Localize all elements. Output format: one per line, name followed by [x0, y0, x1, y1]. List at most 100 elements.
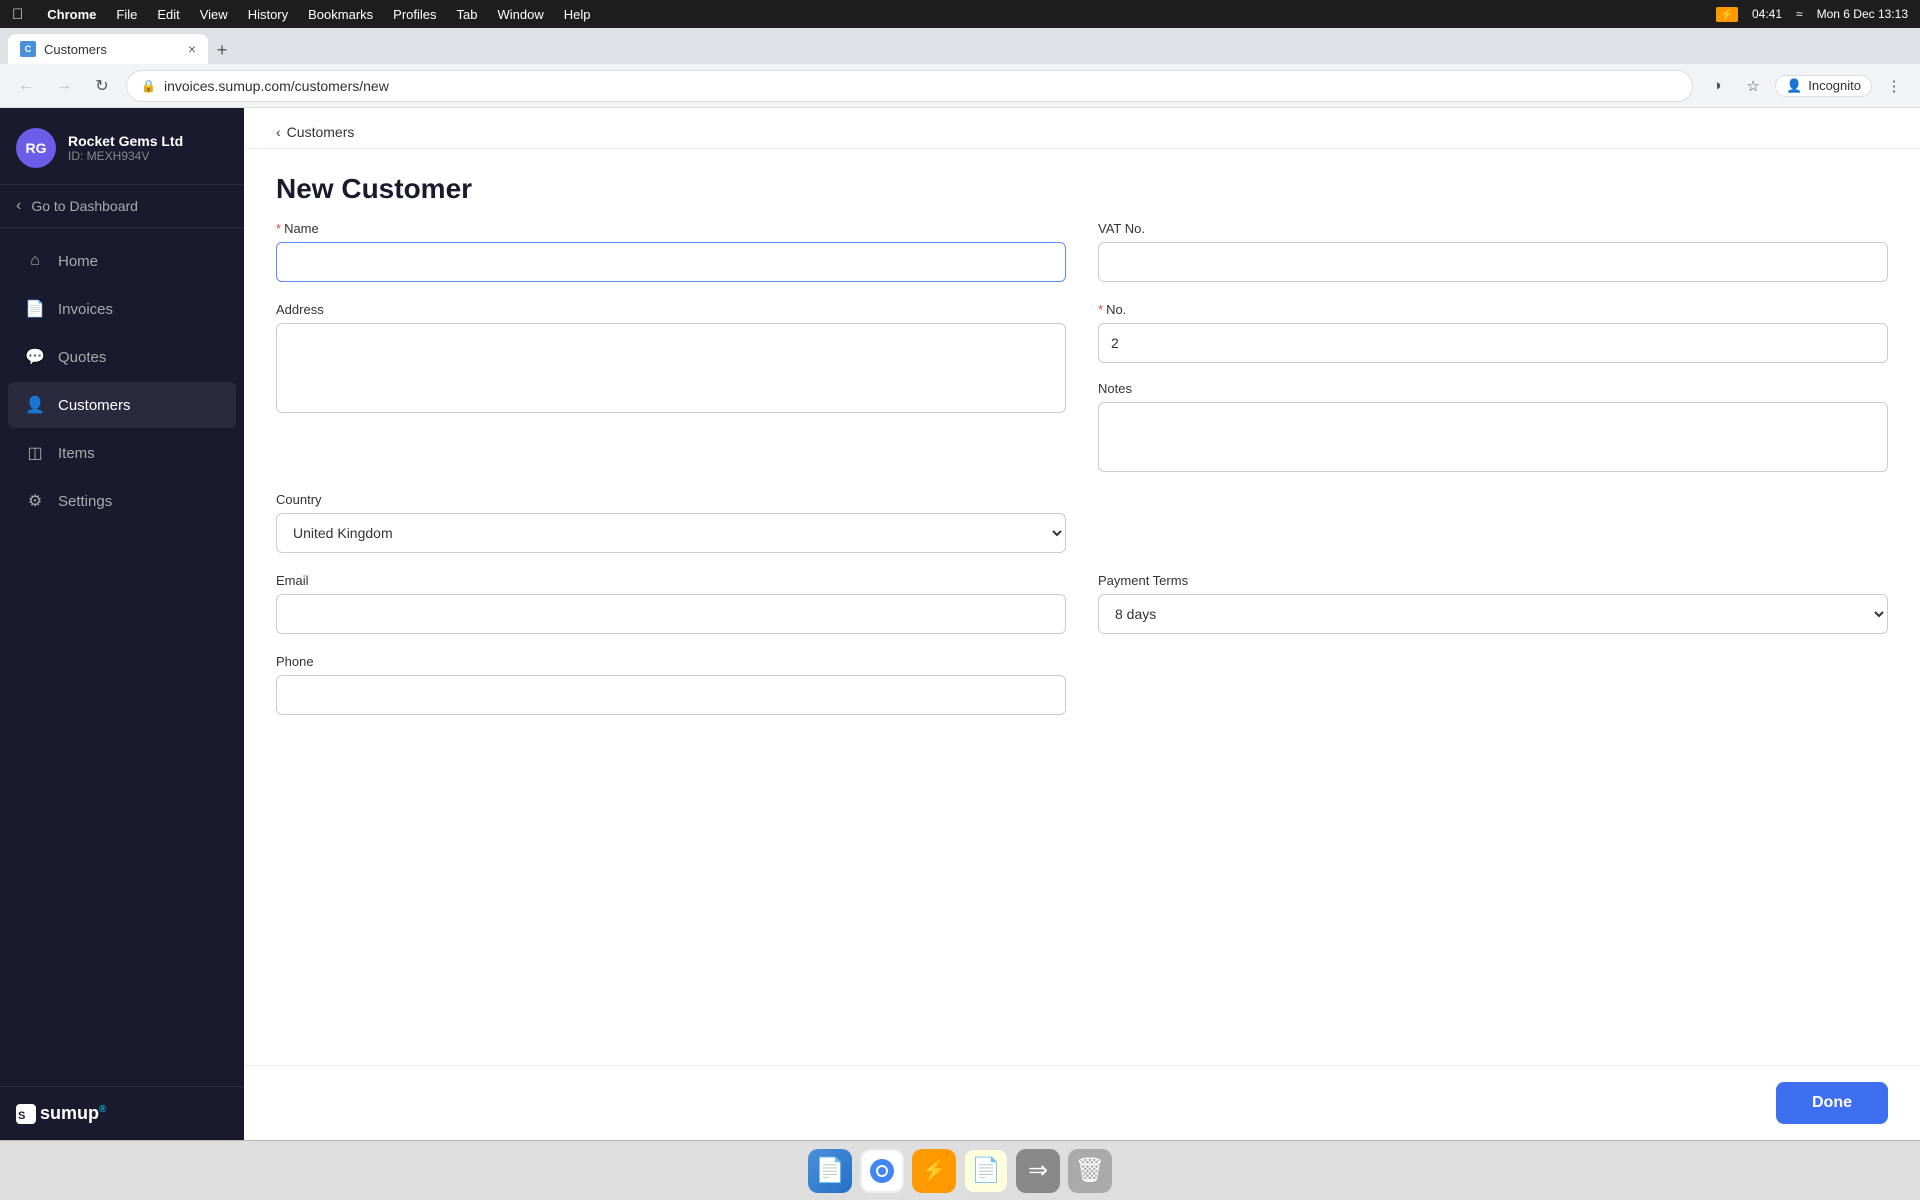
main-content: ‹ Customers New Customer * Name VAT No.	[244, 108, 1920, 1140]
menu-view[interactable]: View	[200, 7, 228, 22]
address-textarea[interactable]	[276, 323, 1066, 413]
menu-file[interactable]: File	[116, 7, 137, 22]
url-text: invoices.sumup.com/customers/new	[164, 78, 389, 94]
done-button[interactable]: Done	[1776, 1082, 1888, 1124]
dock-arrow-icon[interactable]: ⇒	[1016, 1149, 1060, 1193]
sidebar-header: RG Rocket Gems Ltd ID: MEXH934V	[0, 108, 244, 184]
form-group-email: Email	[276, 573, 1066, 634]
mac-menubar:  Chrome File Edit View History Bookmark…	[0, 0, 1920, 28]
page-title-section: New Customer	[244, 149, 1920, 221]
dock-trash-icon[interactable]: 🗑	[1068, 1149, 1112, 1193]
company-id: ID: MEXH934V	[68, 149, 228, 163]
menu-edit[interactable]: Edit	[157, 7, 179, 22]
notes-textarea[interactable]	[1098, 402, 1888, 472]
sidebar-item-customers[interactable]: 👤 Customers	[8, 382, 236, 428]
vat-input[interactable]	[1098, 242, 1888, 282]
new-tab-button[interactable]: +	[208, 36, 236, 64]
forward-button[interactable]: →	[50, 72, 78, 100]
sidebar-item-invoices[interactable]: 📄 Invoices	[8, 286, 236, 332]
customers-icon: 👤	[24, 394, 46, 416]
home-icon: ⌂	[24, 250, 46, 272]
go-to-dashboard-button[interactable]: ‹ Go to Dashboard	[0, 184, 244, 228]
bookmark-button[interactable]: ☆	[1739, 72, 1767, 100]
sidebar-item-settings-label: Settings	[58, 493, 112, 510]
number-label: * No.	[1098, 302, 1888, 317]
menu-history[interactable]: History	[248, 7, 288, 22]
form-container: * Name VAT No. Address *	[244, 221, 1920, 1065]
form-row-name-vat: * Name VAT No.	[276, 221, 1888, 282]
tab-bar: C Customers × +	[0, 28, 1920, 64]
name-required-star: *	[276, 221, 281, 236]
sidebar-item-customers-label: Customers	[58, 397, 131, 414]
settings-icon: ⚙	[24, 490, 46, 512]
dock-chrome-icon[interactable]	[860, 1149, 904, 1193]
form-actions: Done	[244, 1065, 1920, 1140]
back-button[interactable]: ←	[12, 72, 40, 100]
name-input[interactable]	[276, 242, 1066, 282]
menu-tab[interactable]: Tab	[457, 7, 478, 22]
number-required-star: *	[1098, 302, 1103, 317]
page-title: New Customer	[276, 173, 1888, 205]
browser-menu-button[interactable]: ⋮	[1880, 72, 1908, 100]
menu-window[interactable]: Window	[498, 7, 544, 22]
country-select[interactable]: United Kingdom United States Germany Fra…	[276, 513, 1066, 553]
address-bar[interactable]: 🔒 invoices.sumup.com/customers/new	[126, 70, 1693, 102]
tab-favicon: C	[20, 41, 36, 57]
chevron-left-icon: ‹	[16, 197, 21, 215]
tab-title: Customers	[44, 42, 107, 57]
sidebar-item-items[interactable]: ◫ Items	[8, 430, 236, 476]
reload-button[interactable]: ↻	[88, 72, 116, 100]
form-group-country-right	[1098, 492, 1888, 553]
payment-terms-select[interactable]: 8 days 14 days 30 days 60 days 90 days	[1098, 594, 1888, 634]
form-group-payment-terms: Payment Terms 8 days 14 days 30 days 60 …	[1098, 573, 1888, 634]
sidebar-item-quotes[interactable]: 💬 Quotes	[8, 334, 236, 380]
sidebar-item-settings[interactable]: ⚙ Settings	[8, 478, 236, 524]
sidebar-item-home-label: Home	[58, 253, 98, 270]
battery-time: 04:41	[1752, 7, 1782, 21]
invoices-icon: 📄	[24, 298, 46, 320]
sidebar-item-items-label: Items	[58, 445, 95, 462]
number-input[interactable]	[1098, 323, 1888, 363]
breadcrumb[interactable]: ‹ Customers	[276, 124, 1888, 140]
svg-text:S: S	[18, 1110, 25, 1122]
dock-bolt-icon[interactable]: ⚡	[912, 1149, 956, 1193]
sidebar-item-invoices-label: Invoices	[58, 301, 113, 318]
dock-finder-icon[interactable]: 📄	[808, 1149, 852, 1193]
form-row-country: Country United Kingdom United States Ger…	[276, 492, 1888, 553]
avatar: RG	[16, 128, 56, 168]
vat-label: VAT No.	[1098, 221, 1888, 236]
browser-chrome: C Customers × + ← → ↻ 🔒 invoices.sumup.c…	[0, 28, 1920, 108]
form-group-number: * No. Notes	[1098, 302, 1888, 472]
menu-chrome[interactable]: Chrome	[47, 7, 96, 22]
menu-help[interactable]: Help	[564, 7, 591, 22]
sumup-text: sumup®	[40, 1103, 106, 1124]
back-arrow-icon: ‹	[276, 124, 281, 140]
phone-input[interactable]	[276, 675, 1066, 715]
form-row-phone: Phone	[276, 654, 1888, 715]
tab-close-button[interactable]: ×	[188, 41, 196, 57]
country-label: Country	[276, 492, 1066, 507]
notes-label: Notes	[1098, 381, 1888, 396]
battery-indicator: ⚡	[1716, 7, 1738, 22]
menubar-right-icons: ⚡ 04:41 ≈ Mon 6 Dec 13:13	[1716, 7, 1908, 22]
menu-bookmarks[interactable]: Bookmarks	[308, 7, 373, 22]
apple-logo: 	[12, 6, 23, 23]
dock-notes-icon[interactable]: 📄	[964, 1149, 1008, 1193]
address-label: Address	[276, 302, 1066, 317]
active-tab[interactable]: C Customers ×	[8, 34, 208, 64]
sidebar-item-quotes-label: Quotes	[58, 349, 106, 366]
cast-button[interactable]: ◑	[1703, 72, 1731, 100]
go-to-dashboard-label: Go to Dashboard	[31, 198, 138, 214]
company-name: Rocket Gems Ltd	[68, 133, 228, 149]
form-row-address-no: Address * No. Notes	[276, 302, 1888, 472]
form-group-country: Country United Kingdom United States Ger…	[276, 492, 1066, 553]
form-row-email-payment: Email Payment Terms 8 days 14 days 30 da…	[276, 573, 1888, 634]
form-group-phone-right	[1098, 654, 1888, 715]
payment-terms-label: Payment Terms	[1098, 573, 1888, 588]
form-group-name: * Name	[276, 221, 1066, 282]
sidebar-item-home[interactable]: ⌂ Home	[8, 238, 236, 284]
menu-profiles[interactable]: Profiles	[393, 7, 436, 22]
email-input[interactable]	[276, 594, 1066, 634]
wifi-icon: ≈	[1796, 7, 1803, 21]
app-container: RG Rocket Gems Ltd ID: MEXH934V ‹ Go to …	[0, 108, 1920, 1140]
